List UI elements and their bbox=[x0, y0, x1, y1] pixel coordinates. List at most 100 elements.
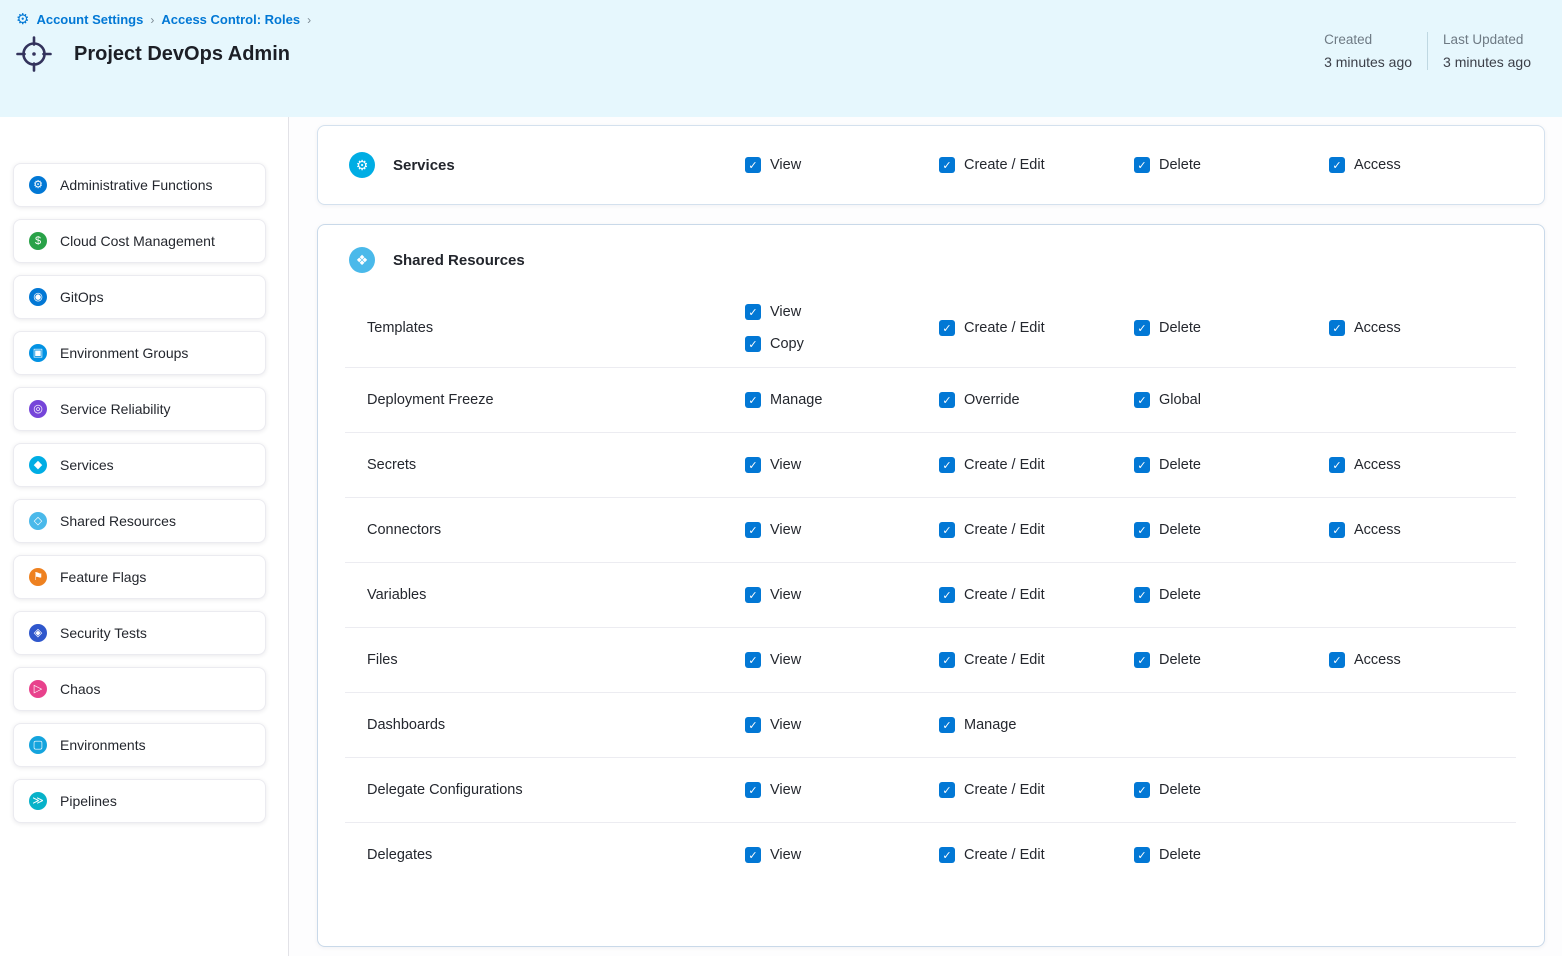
permission-checkbox-view[interactable]: ✓View bbox=[745, 717, 939, 733]
permission-checkbox-manage[interactable]: ✓Manage bbox=[939, 717, 1134, 733]
created-meta: Created 3 minutes ago bbox=[1309, 32, 1427, 70]
permission-column: ✓Create / Edit bbox=[939, 782, 1134, 798]
sidebar-item-security-tests[interactable]: ◈Security Tests bbox=[13, 611, 266, 655]
permission-checkbox-create-edit[interactable]: ✓Create / Edit bbox=[939, 457, 1134, 473]
permission-checkbox-delete[interactable]: ✓Delete bbox=[1134, 782, 1329, 798]
permission-column: ✓View bbox=[745, 652, 939, 668]
permission-checkbox-override[interactable]: ✓Override bbox=[939, 392, 1134, 408]
permission-column: ✓Access bbox=[1329, 652, 1516, 668]
resource-label: Dashboards bbox=[345, 717, 745, 733]
permission-checkbox-access[interactable]: ✓Access bbox=[1329, 157, 1516, 173]
security-tests-icon: ◈ bbox=[29, 624, 47, 642]
sidebar-item-chaos[interactable]: ▷Chaos bbox=[13, 667, 266, 711]
sidebar-item-service-reliability[interactable]: ◎Service Reliability bbox=[13, 387, 266, 431]
sidebar-item-administrative-functions[interactable]: ⚙Administrative Functions bbox=[13, 163, 266, 207]
sidebar-item-label: Pipelines bbox=[60, 793, 117, 809]
permission-label: Create / Edit bbox=[964, 587, 1045, 603]
permission-label: View bbox=[770, 652, 801, 668]
checkbox-checked-icon: ✓ bbox=[1134, 847, 1150, 863]
permission-checkbox-delete[interactable]: ✓Delete bbox=[1134, 847, 1329, 863]
permission-checkbox-delete[interactable]: ✓Delete bbox=[1134, 457, 1329, 473]
permission-label: Create / Edit bbox=[964, 457, 1045, 473]
pipelines-icon: ≫ bbox=[29, 792, 47, 810]
permission-column: ✓Create / Edit bbox=[939, 157, 1134, 173]
permission-checkbox-delete[interactable]: ✓Delete bbox=[1134, 522, 1329, 538]
permission-checkbox-create-edit[interactable]: ✓Create / Edit bbox=[939, 522, 1134, 538]
permission-label: View bbox=[770, 847, 801, 863]
permission-checkbox-delete[interactable]: ✓Delete bbox=[1134, 320, 1329, 336]
breadcrumb: ⚙ Account Settings › Access Control: Rol… bbox=[0, 0, 1562, 27]
permission-label: Access bbox=[1354, 457, 1401, 473]
permission-label: Delete bbox=[1159, 320, 1201, 336]
permission-checkbox-global[interactable]: ✓Global bbox=[1134, 392, 1329, 408]
sidebar-item-label: Service Reliability bbox=[60, 401, 170, 417]
permission-checkbox-view[interactable]: ✓View bbox=[745, 652, 939, 668]
permission-checkbox-access[interactable]: ✓Access bbox=[1329, 652, 1516, 668]
page: ⚙ Account Settings › Access Control: Rol… bbox=[0, 0, 1562, 956]
checkbox-checked-icon: ✓ bbox=[1329, 522, 1345, 538]
permission-column: ✓Manage bbox=[939, 717, 1134, 733]
permission-checkbox-delete[interactable]: ✓Delete bbox=[1134, 157, 1329, 173]
permission-checkbox-delete[interactable]: ✓Delete bbox=[1134, 652, 1329, 668]
sidebar-item-cloud-cost-management[interactable]: $Cloud Cost Management bbox=[13, 219, 266, 263]
sidebar-item-environment-groups[interactable]: ▣Environment Groups bbox=[13, 331, 266, 375]
checkbox-checked-icon: ✓ bbox=[1329, 157, 1345, 173]
permission-checkbox-view[interactable]: ✓View bbox=[745, 847, 939, 863]
sidebar-item-shared-resources[interactable]: ◇Shared Resources bbox=[13, 499, 266, 543]
permission-checkbox-view[interactable]: ✓View bbox=[745, 522, 939, 538]
checkbox-checked-icon: ✓ bbox=[939, 847, 955, 863]
sidebar-item-environments[interactable]: ▢Environments bbox=[13, 723, 266, 767]
permission-checkbox-create-edit[interactable]: ✓Create / Edit bbox=[939, 847, 1134, 863]
permission-checkbox-create-edit[interactable]: ✓Create / Edit bbox=[939, 320, 1134, 336]
permission-label: Delete bbox=[1159, 587, 1201, 603]
services-card: ⚙ Services ✓View✓Create / Edit✓Delete✓Ac… bbox=[317, 125, 1545, 205]
permission-label: Delete bbox=[1159, 457, 1201, 473]
permission-column: ✓Create / Edit bbox=[939, 522, 1134, 538]
checkbox-checked-icon: ✓ bbox=[939, 652, 955, 668]
permission-label: Delete bbox=[1159, 652, 1201, 668]
sidebar-item-feature-flags[interactable]: ⚑ Feature Flags bbox=[13, 555, 266, 599]
permission-checkbox-view[interactable]: ✓View bbox=[745, 157, 939, 173]
sidebar-item-services[interactable]: ◆Services bbox=[13, 443, 266, 487]
permission-checkbox-manage[interactable]: ✓Manage bbox=[745, 392, 939, 408]
permission-checkbox-create-edit[interactable]: ✓Create / Edit bbox=[939, 652, 1134, 668]
permission-checkbox-create-edit[interactable]: ✓Create / Edit bbox=[939, 782, 1134, 798]
checkbox-checked-icon: ✓ bbox=[1329, 457, 1345, 473]
feature-flags-icon: ⚑ bbox=[29, 568, 47, 586]
permission-column: ✓Delete bbox=[1134, 157, 1329, 173]
sidebar-item-gitops[interactable]: ◉GitOps bbox=[13, 275, 266, 319]
checkbox-checked-icon: ✓ bbox=[1134, 782, 1150, 798]
permission-checkbox-view[interactable]: ✓View bbox=[745, 304, 939, 320]
resource-label: Templates bbox=[345, 320, 745, 336]
permission-checkbox-create-edit[interactable]: ✓Create / Edit bbox=[939, 587, 1134, 603]
permission-checkbox-view[interactable]: ✓View bbox=[745, 457, 939, 473]
permission-checkbox-view[interactable]: ✓View bbox=[745, 587, 939, 603]
permission-column: ✓Manage bbox=[745, 392, 939, 408]
sidebar-item-label: Services bbox=[60, 457, 114, 473]
checkbox-checked-icon: ✓ bbox=[745, 522, 761, 538]
permission-checkbox-create-edit[interactable]: ✓Create / Edit bbox=[939, 157, 1134, 173]
role-crosshair-icon bbox=[15, 35, 53, 73]
checkbox-checked-icon: ✓ bbox=[745, 392, 761, 408]
chaos-icon: ▷ bbox=[29, 680, 47, 698]
created-label: Created bbox=[1324, 32, 1412, 47]
permission-label: Create / Edit bbox=[964, 320, 1045, 336]
sidebar-item-pipelines[interactable]: ≫ Pipelines bbox=[13, 779, 266, 823]
permission-row-connectors: Connectors✓View✓Create / Edit✓Delete✓Acc… bbox=[345, 497, 1516, 562]
permission-checkbox-access[interactable]: ✓Access bbox=[1329, 320, 1516, 336]
permission-checkbox-copy[interactable]: ✓Copy bbox=[745, 336, 939, 352]
breadcrumb-account-settings[interactable]: Account Settings bbox=[36, 12, 143, 27]
permission-column: ✓View bbox=[745, 457, 939, 473]
permission-column: ✓View bbox=[745, 157, 939, 173]
settings-gear-icon: ⚙ bbox=[16, 12, 29, 27]
permission-checkbox-access[interactable]: ✓Access bbox=[1329, 522, 1516, 538]
checkbox-checked-icon: ✓ bbox=[1134, 392, 1150, 408]
permission-checkbox-access[interactable]: ✓ Access bbox=[1329, 457, 1516, 473]
breadcrumb-access-control-roles[interactable]: Access Control: Roles bbox=[161, 12, 300, 27]
permission-row-files: Files✓View✓Create / Edit✓Delete✓Access bbox=[345, 627, 1516, 692]
permission-row-delegate-configurations: Delegate Configurations✓View✓Create / Ed… bbox=[345, 757, 1516, 822]
permission-checkbox-delete[interactable]: ✓Delete bbox=[1134, 587, 1329, 603]
permission-label: Manage bbox=[964, 717, 1016, 733]
sidebar-item-label: Feature Flags bbox=[60, 569, 146, 585]
permission-checkbox-view[interactable]: ✓View bbox=[745, 782, 939, 798]
